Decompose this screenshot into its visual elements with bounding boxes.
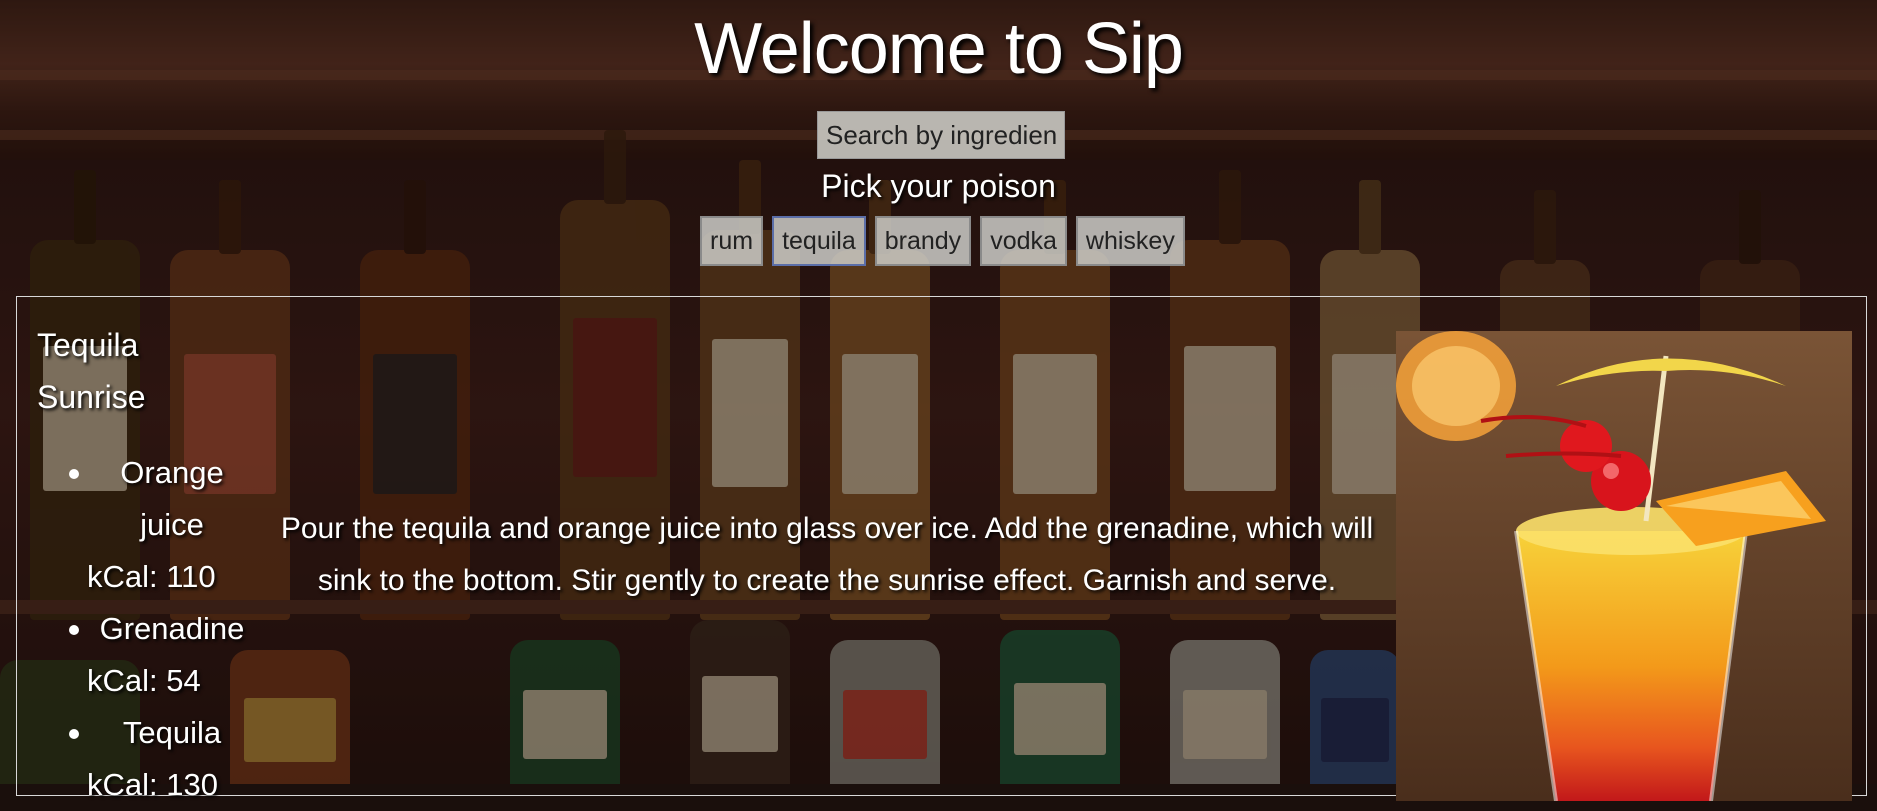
list-item: Orange juice kCal: 110 xyxy=(37,447,257,603)
page-title: Welcome to Sip xyxy=(694,9,1184,89)
spirit-button-rum[interactable]: rum xyxy=(700,216,764,266)
drink-instructions: Pour the tequila and orange juice into g… xyxy=(280,512,1374,597)
spirit-button-whiskey[interactable]: whiskey xyxy=(1075,216,1185,266)
spirit-button-tequila[interactable]: tequila xyxy=(772,216,866,266)
ingredient-name: Orange juice xyxy=(120,455,224,542)
drink-photo xyxy=(1396,331,1852,801)
ingredient-kcal: kCal: 130 xyxy=(87,767,218,802)
list-item: Grenadine kCal: 54 xyxy=(37,603,257,707)
list-item: Tequila kCal: 130 xyxy=(37,707,257,811)
drink-name: Tequila Sunrise xyxy=(37,327,146,415)
ingredient-name: Grenadine xyxy=(99,611,245,646)
ingredient-kcal: kCal: 110 xyxy=(87,559,216,594)
ingredient-kcal: kCal: 54 xyxy=(87,663,201,698)
spirit-button-vodka[interactable]: vodka xyxy=(980,216,1067,266)
ingredient-search-input[interactable] xyxy=(817,111,1065,159)
spirit-button-brandy[interactable]: brandy xyxy=(874,216,972,266)
spirit-filter-buttons: rum tequila brandy vodka whiskey xyxy=(700,216,1185,266)
pick-your-poison-label: Pick your poison xyxy=(821,168,1056,204)
ingredient-list: Orange juice kCal: 110 Grenadine kCal: 5… xyxy=(37,447,257,811)
drink-card: Tequila Sunrise Orange juice kCal: 110 G… xyxy=(16,296,1867,802)
ingredient-name: Tequila xyxy=(122,715,222,750)
